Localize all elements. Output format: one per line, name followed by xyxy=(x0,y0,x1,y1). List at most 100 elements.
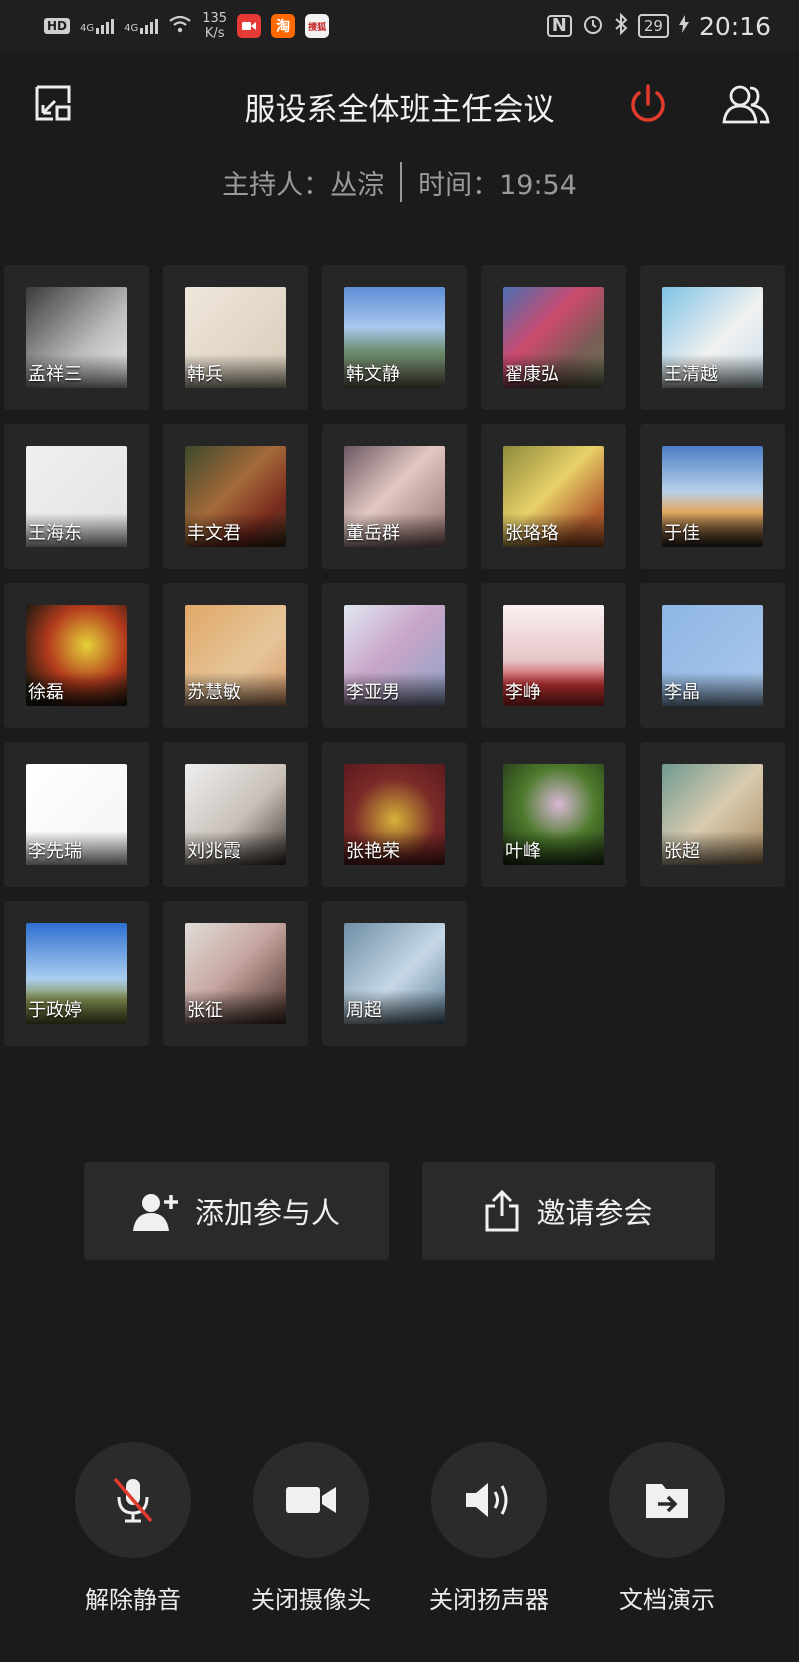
participant-avatar: 徐磊 xyxy=(26,605,127,706)
sohu-app-icon: 搜狐 xyxy=(305,14,330,38)
participant-tile[interactable]: 于佳 xyxy=(640,424,785,569)
taobao-app-icon: 淘 xyxy=(271,14,296,38)
participant-tile[interactable]: 韩文静 xyxy=(322,265,467,410)
camera-control[interactable]: 关闭摄像头 xyxy=(251,1442,371,1615)
camera-off-button[interactable] xyxy=(253,1442,369,1558)
participant-name: 李晶 xyxy=(664,682,700,703)
share-icon xyxy=(485,1190,519,1232)
participant-tile[interactable]: 李晶 xyxy=(640,583,785,728)
participant-avatar: 王海东 xyxy=(26,446,127,547)
unmute-label: 解除静音 xyxy=(85,1586,181,1614)
end-meeting-button[interactable] xyxy=(624,80,672,128)
participant-avatar: 翟康弘 xyxy=(503,287,604,388)
meeting-title: 服设系全体班主任会议 xyxy=(244,92,555,128)
participant-avatar: 张珞珞 xyxy=(503,446,604,547)
participant-name: 韩兵 xyxy=(187,364,223,385)
participant-avatar: 丰文君 xyxy=(185,446,286,547)
participant-tile[interactable]: 韩兵 xyxy=(163,265,308,410)
participant-name: 刘兆霞 xyxy=(187,841,241,862)
participant-avatar: 于佳 xyxy=(662,446,763,547)
participants-icon xyxy=(722,85,770,124)
status-right: N 29 20:16 xyxy=(546,11,771,41)
participant-name: 孟祥三 xyxy=(28,364,82,385)
divider xyxy=(400,162,403,202)
signal-icon: 4G xyxy=(80,18,115,34)
participant-name: 丰文君 xyxy=(187,523,241,544)
document-present-button[interactable] xyxy=(609,1442,725,1558)
participant-avatar: 韩文静 xyxy=(344,287,445,388)
participant-name: 董岳群 xyxy=(346,523,400,544)
invite-button[interactable]: 邀请参会 xyxy=(422,1162,715,1260)
participant-avatar: 张艳荣 xyxy=(344,764,445,865)
participant-name: 周超 xyxy=(346,1000,382,1021)
participant-tile[interactable]: 于政婷 xyxy=(4,901,149,1046)
unmute-control[interactable]: 解除静音 xyxy=(73,1442,193,1615)
participant-name: 叶峰 xyxy=(505,841,541,862)
participant-tile[interactable]: 张珞珞 xyxy=(481,424,626,569)
add-user-icon xyxy=(132,1194,178,1231)
meeting-info: 主持人：丛淙 时间：19:54 xyxy=(0,162,799,202)
status-bar: HD 4G 4G 135 K/s 淘 搜狐 N 29 20:16 xyxy=(0,0,799,52)
charging-icon xyxy=(678,15,689,37)
participant-tile[interactable]: 董岳群 xyxy=(322,424,467,569)
network-speed: 135 K/s xyxy=(202,11,228,41)
participant-avatar: 刘兆霞 xyxy=(185,764,286,865)
folder-share-icon xyxy=(646,1484,688,1518)
participant-name: 王海东 xyxy=(28,523,82,544)
unmute-button[interactable] xyxy=(75,1442,191,1558)
participant-avatar: 王清越 xyxy=(662,287,763,388)
participant-avatar: 周超 xyxy=(344,923,445,1024)
participant-tile[interactable]: 李先瑞 xyxy=(4,742,149,887)
participant-tile[interactable]: 张艳荣 xyxy=(322,742,467,887)
participant-tile[interactable]: 李亚男 xyxy=(322,583,467,728)
participant-name: 翟康弘 xyxy=(505,364,559,385)
participant-avatar: 张征 xyxy=(185,923,286,1024)
participant-name: 张艳荣 xyxy=(346,841,400,862)
participant-tile[interactable]: 孟祥三 xyxy=(4,265,149,410)
participant-avatar: 孟祥三 xyxy=(26,287,127,388)
participant-tile[interactable]: 王海东 xyxy=(4,424,149,569)
participant-tile[interactable]: 王清越 xyxy=(640,265,785,410)
participant-tile[interactable]: 周超 xyxy=(322,901,467,1046)
participant-tile[interactable]: 翟康弘 xyxy=(481,265,626,410)
participant-tile[interactable]: 李峥 xyxy=(481,583,626,728)
camera-off-label: 关闭摄像头 xyxy=(251,1586,371,1614)
status-left: HD 4G 4G 135 K/s 淘 搜狐 xyxy=(44,11,330,41)
participant-tile[interactable]: 丰文君 xyxy=(163,424,308,569)
participant-avatar: 张超 xyxy=(662,764,763,865)
participants-button[interactable] xyxy=(720,80,772,128)
participant-name: 张征 xyxy=(187,1000,223,1021)
participant-name: 王清越 xyxy=(664,364,718,385)
participant-avatar: 韩兵 xyxy=(185,287,286,388)
participant-name: 张珞珞 xyxy=(505,523,559,544)
participant-tile[interactable]: 苏慧敏 xyxy=(163,583,308,728)
add-participant-button[interactable]: 添加参与人 xyxy=(84,1162,389,1260)
bluetooth-icon xyxy=(614,12,628,39)
speaker-off-button[interactable] xyxy=(431,1442,547,1558)
nfc-icon: N xyxy=(546,15,572,37)
participant-tile[interactable]: 张超 xyxy=(640,742,785,887)
participant-tile[interactable]: 徐磊 xyxy=(4,583,149,728)
participant-avatar: 李峥 xyxy=(503,605,604,706)
power-icon xyxy=(631,84,665,122)
participant-tile[interactable]: 刘兆霞 xyxy=(163,742,308,887)
participant-name: 于佳 xyxy=(664,523,700,544)
alarm-icon xyxy=(582,13,604,39)
video-app-icon xyxy=(237,14,262,38)
participant-avatar: 叶峰 xyxy=(503,764,604,865)
participant-name: 苏慧敏 xyxy=(187,682,241,703)
participant-avatar: 苏慧敏 xyxy=(185,605,286,706)
participant-tile[interactable]: 张征 xyxy=(163,901,308,1046)
host-label: 主持人：丛淙 xyxy=(222,169,385,201)
video-camera-icon xyxy=(286,1487,336,1513)
participant-name: 张超 xyxy=(664,841,700,862)
participant-avatar: 李晶 xyxy=(662,605,763,706)
status-time: 20:16 xyxy=(698,11,771,41)
document-control[interactable]: 文档演示 xyxy=(607,1442,727,1615)
participant-name: 李亚男 xyxy=(346,682,400,703)
participant-tile[interactable]: 叶峰 xyxy=(481,742,626,887)
speaker-control[interactable]: 关闭扬声器 xyxy=(429,1442,549,1615)
signal-icon-2: 4G xyxy=(124,18,159,34)
hd-badge: HD xyxy=(44,18,71,34)
speaker-icon xyxy=(466,1483,508,1517)
